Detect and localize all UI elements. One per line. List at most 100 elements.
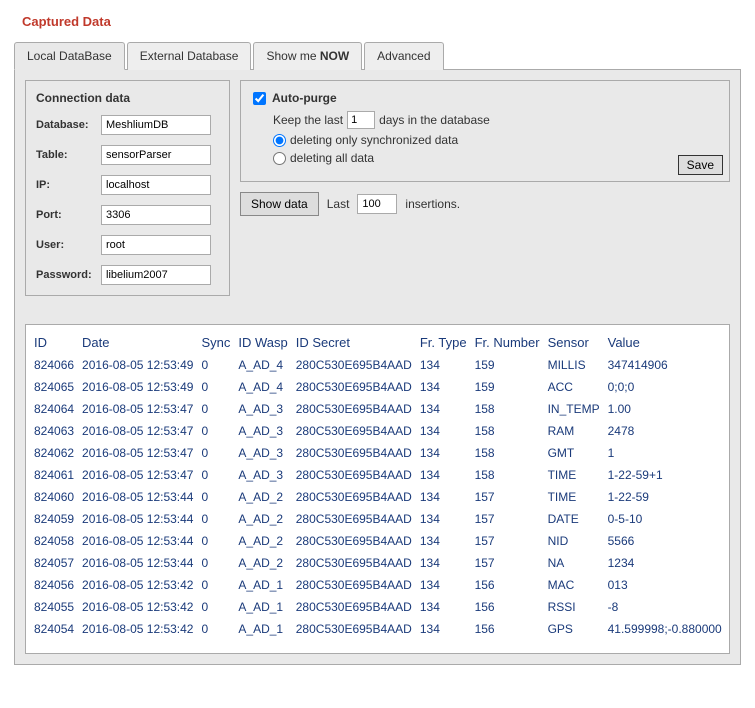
table-cell: 824057 <box>30 552 78 574</box>
table-cell: 824066 <box>30 354 78 376</box>
table-cell: 2016-08-05 12:53:42 <box>78 596 197 618</box>
table-cell: 134 <box>416 552 471 574</box>
table-cell: MAC <box>544 574 604 596</box>
table-cell: NID <box>544 530 604 552</box>
table-cell: -8 <box>604 596 726 618</box>
ip-input[interactable] <box>101 175 211 195</box>
table-cell: DATE <box>544 508 604 530</box>
table-cell: A_AD_2 <box>234 508 291 530</box>
table-cell: 2478 <box>604 420 726 442</box>
table-cell: 2016-08-05 12:53:47 <box>78 420 197 442</box>
table-cell: 824055 <box>30 596 78 618</box>
table-cell: 0 <box>197 618 234 640</box>
table-cell: 280C530E695B4AAD <box>292 508 416 530</box>
table-cell: A_AD_3 <box>234 464 291 486</box>
table-cell: A_AD_2 <box>234 530 291 552</box>
table-cell: 134 <box>416 376 471 398</box>
table-cell: GPS <box>544 618 604 640</box>
table-cell: 280C530E695B4AAD <box>292 618 416 640</box>
ip-label: IP: <box>36 179 101 191</box>
column-header: Date <box>78 331 197 354</box>
table-cell: A_AD_1 <box>234 618 291 640</box>
table-cell: 2016-08-05 12:53:49 <box>78 354 197 376</box>
table-cell: A_AD_3 <box>234 420 291 442</box>
auto-purge-checkbox[interactable] <box>253 92 266 105</box>
table-cell: 156 <box>471 574 544 596</box>
radio-delete-sync[interactable] <box>273 134 286 147</box>
table-cell: 0 <box>197 464 234 486</box>
table-cell: 347414906 <box>604 354 726 376</box>
table-cell: 2016-08-05 12:53:47 <box>78 398 197 420</box>
table-cell: 824059 <box>30 508 78 530</box>
port-input[interactable] <box>101 205 211 225</box>
table-cell: ACC <box>544 376 604 398</box>
column-header: ID <box>30 331 78 354</box>
table-label: Table: <box>36 149 101 161</box>
password-input[interactable] <box>101 265 211 285</box>
keep-days-input[interactable] <box>347 111 375 129</box>
data-table-scroll[interactable]: IDDateSyncID WaspID SecretFr. TypeFr. Nu… <box>25 324 730 654</box>
table-cell: 5566 <box>604 530 726 552</box>
table-cell: 280C530E695B4AAD <box>292 398 416 420</box>
table-cell: 134 <box>416 486 471 508</box>
radio-delete-all-label: deleting all data <box>290 151 374 165</box>
keep-prefix: Keep the last <box>273 113 343 127</box>
tab-local-database[interactable]: Local DataBase <box>14 42 125 70</box>
table-cell: 134 <box>416 530 471 552</box>
column-header: Sync <box>197 331 234 354</box>
table-cell: 2016-08-05 12:53:44 <box>78 530 197 552</box>
table-cell: 280C530E695B4AAD <box>292 464 416 486</box>
table-cell: 134 <box>416 442 471 464</box>
table-cell: 134 <box>416 596 471 618</box>
column-header: Fr. Number <box>471 331 544 354</box>
table-row: 8240572016-08-05 12:53:440A_AD_2280C530E… <box>30 552 726 574</box>
table-cell: 2016-08-05 12:53:44 <box>78 486 197 508</box>
table-cell: 134 <box>416 618 471 640</box>
table-cell: 2016-08-05 12:53:42 <box>78 618 197 640</box>
database-label: Database: <box>36 119 101 131</box>
table-cell: 2016-08-05 12:53:42 <box>78 574 197 596</box>
table-cell: 157 <box>471 486 544 508</box>
table-cell: 157 <box>471 508 544 530</box>
table-cell: 2016-08-05 12:53:44 <box>78 508 197 530</box>
table-cell: 280C530E695B4AAD <box>292 574 416 596</box>
table-cell: 158 <box>471 464 544 486</box>
database-input[interactable] <box>101 115 211 135</box>
table-cell: RSSI <box>544 596 604 618</box>
save-button[interactable]: Save <box>678 155 723 175</box>
table-cell: 0 <box>197 376 234 398</box>
tab-advanced[interactable]: Advanced <box>364 42 443 70</box>
tab-show-bold: NOW <box>320 49 349 63</box>
table-cell: GMT <box>544 442 604 464</box>
user-input[interactable] <box>101 235 211 255</box>
table-row: 8240552016-08-05 12:53:420A_AD_1280C530E… <box>30 596 726 618</box>
auto-purge-label: Auto-purge <box>272 91 337 105</box>
table-cell: 134 <box>416 464 471 486</box>
table-cell: 159 <box>471 376 544 398</box>
connection-data-group: Connection data Database: Table: IP: Por… <box>25 80 230 296</box>
table-cell: 157 <box>471 530 544 552</box>
tab-show-me-now[interactable]: Show me NOW <box>253 42 362 70</box>
table-cell: 0 <box>197 530 234 552</box>
table-cell: 280C530E695B4AAD <box>292 420 416 442</box>
table-cell: 1-22-59 <box>604 486 726 508</box>
table-cell: NA <box>544 552 604 574</box>
radio-delete-all[interactable] <box>273 152 286 165</box>
table-cell: 134 <box>416 508 471 530</box>
tab-external-database[interactable]: External Database <box>127 42 252 70</box>
table-cell: A_AD_3 <box>234 398 291 420</box>
table-cell: A_AD_1 <box>234 596 291 618</box>
user-label: User: <box>36 239 101 251</box>
table-cell: 1 <box>604 442 726 464</box>
column-header: Sensor <box>544 331 604 354</box>
table-cell: 157 <box>471 552 544 574</box>
table-cell: A_AD_4 <box>234 354 291 376</box>
table-cell: 1-22-59+1 <box>604 464 726 486</box>
table-cell: A_AD_2 <box>234 486 291 508</box>
insertions-label: insertions. <box>405 197 460 211</box>
table-input[interactable] <box>101 145 211 165</box>
table-row: 8240642016-08-05 12:53:470A_AD_3280C530E… <box>30 398 726 420</box>
last-count-input[interactable] <box>357 194 397 214</box>
show-data-button[interactable]: Show data <box>240 192 319 216</box>
table-cell: TIME <box>544 464 604 486</box>
